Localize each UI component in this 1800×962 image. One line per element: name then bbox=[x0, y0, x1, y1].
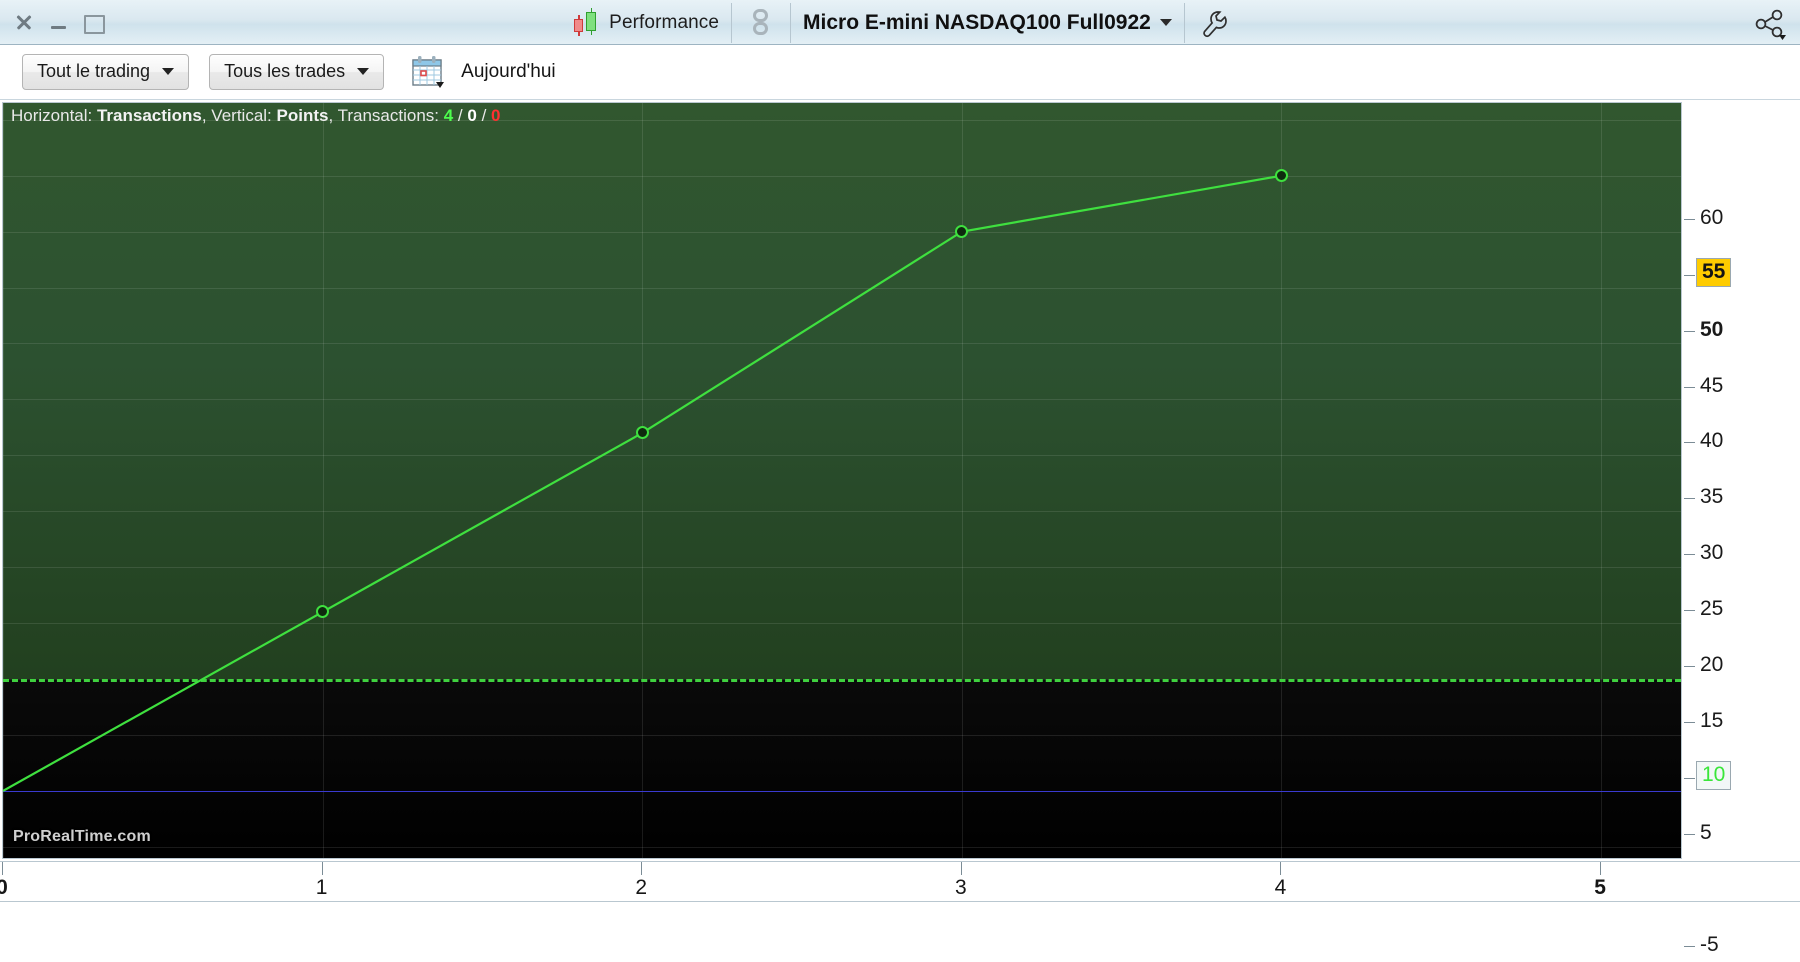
y-tick-mark bbox=[1684, 274, 1695, 276]
header-transactions-prefix: , Transactions: bbox=[328, 106, 444, 125]
watermark: ProRealTime.com bbox=[13, 828, 151, 845]
y-tick-mark bbox=[1684, 498, 1695, 500]
header-vertical-value: Points bbox=[276, 106, 329, 125]
share-icon[interactable] bbox=[1752, 8, 1786, 40]
y-axis-tick: 20 bbox=[1684, 653, 1800, 676]
y-tick-mark bbox=[1684, 610, 1695, 612]
chevron-down-icon bbox=[357, 68, 370, 75]
header-sep-2: / bbox=[476, 106, 492, 125]
y-axis-label: 15 bbox=[1700, 709, 1724, 733]
y-axis-label: 20 bbox=[1700, 653, 1724, 677]
y-axis-tick: ‑5 bbox=[1684, 933, 1800, 956]
x-axis-label: 2 bbox=[635, 876, 648, 899]
y-tick-mark bbox=[1684, 442, 1695, 444]
header-transactions-even: 0 bbox=[467, 106, 477, 125]
chain-link-icon[interactable] bbox=[750, 7, 772, 39]
calendar-icon[interactable] bbox=[410, 55, 448, 89]
y-tick-mark bbox=[1684, 833, 1695, 835]
header-transactions-lost: 0 bbox=[491, 106, 501, 125]
title-bar-center: Performance Micro E-mini NASDAQ100 Full0… bbox=[0, 0, 1800, 45]
equity-curve bbox=[3, 174, 1282, 792]
window-title-bar: Performance Micro E-mini NASDAQ100 Full0… bbox=[0, 0, 1800, 45]
window-controls bbox=[14, 12, 105, 34]
header-transactions-won: 4 bbox=[443, 106, 454, 125]
period-label: Aujourd'hui bbox=[461, 61, 556, 82]
instrument-title: Micro E-mini NASDAQ100 Full0922 bbox=[803, 10, 1151, 34]
y-tick-mark bbox=[1684, 386, 1695, 388]
header-horizontal-prefix: Horizontal: bbox=[11, 106, 97, 125]
header-vertical-prefix: , Vertical: bbox=[201, 106, 277, 125]
performance-chart: Horizontal: Transactions, Vertical: Poin… bbox=[0, 100, 1800, 962]
y-tick-mark bbox=[1684, 666, 1695, 668]
y-tick-mark bbox=[1684, 945, 1695, 947]
y-tick-mark bbox=[1684, 778, 1695, 780]
y-axis-tick: 50 bbox=[1684, 318, 1800, 341]
chart-header-text: Horizontal: Transactions, Vertical: Poin… bbox=[11, 106, 500, 126]
header-sep-1: / bbox=[453, 106, 468, 125]
y-axis-tick: 10 bbox=[1684, 761, 1800, 791]
trades-filter-dropdown[interactable]: Tous les trades bbox=[209, 54, 385, 90]
y-axis-label: 25 bbox=[1700, 597, 1724, 621]
trades-filter-label: Tous les trades bbox=[224, 61, 346, 81]
trading-filter-dropdown[interactable]: Tout le trading bbox=[22, 54, 190, 90]
y-axis-tick: 40 bbox=[1684, 429, 1800, 452]
y-axis-label-highlighted: 55 bbox=[1696, 257, 1732, 287]
close-icon[interactable] bbox=[14, 12, 34, 32]
x-tick-mark bbox=[2, 862, 3, 875]
y-tick-mark bbox=[1684, 554, 1695, 556]
instrument-selector[interactable]: Micro E-mini NASDAQ100 Full0922 bbox=[803, 11, 1172, 35]
period-selector[interactable]: Aujourd'hui bbox=[410, 55, 556, 89]
x-tick-mark bbox=[1280, 862, 1282, 875]
y-axis-tick: 35 bbox=[1684, 485, 1800, 508]
header-horizontal-value: Transactions bbox=[96, 106, 202, 125]
chart-toolbar: Tout le trading Tous les trades Aujourd'… bbox=[0, 45, 1800, 100]
title-separator-1 bbox=[731, 2, 733, 43]
chevron-down-icon bbox=[162, 68, 175, 75]
y-axis[interactable]: ‑5051015202530354045505560 bbox=[1684, 200, 1800, 962]
y-tick-mark bbox=[1684, 330, 1695, 332]
x-axis-label: 5 bbox=[1594, 876, 1606, 899]
trading-filter-label: Tout le trading bbox=[37, 61, 151, 81]
y-axis-tick: 55 bbox=[1684, 257, 1800, 287]
minimize-icon[interactable] bbox=[48, 12, 68, 32]
y-axis-label: 35 bbox=[1700, 485, 1724, 509]
y-axis-label: 45 bbox=[1700, 373, 1724, 397]
y-axis-tick: 25 bbox=[1684, 597, 1800, 620]
y-axis-tick: 30 bbox=[1684, 541, 1800, 564]
y-axis-label: 30 bbox=[1700, 541, 1724, 565]
y-axis-label: 5 bbox=[1700, 820, 1712, 844]
title-separator-2 bbox=[790, 2, 792, 43]
x-axis-label: 3 bbox=[955, 876, 967, 899]
wrench-icon[interactable] bbox=[1201, 8, 1227, 38]
y-axis-tick: 45 bbox=[1684, 374, 1800, 397]
y-axis-tick: 5 bbox=[1684, 821, 1800, 844]
x-tick-mark bbox=[321, 862, 323, 875]
y-axis-tick: 15 bbox=[1684, 709, 1800, 732]
x-axis-label: 1 bbox=[315, 876, 328, 899]
chart-plot-area[interactable]: Horizontal: Transactions, Vertical: Poin… bbox=[2, 102, 1682, 859]
x-tick-mark bbox=[960, 862, 962, 875]
y-axis-label: ‑5 bbox=[1700, 932, 1719, 956]
y-axis-label: 50 bbox=[1700, 317, 1724, 341]
module-label: Performance bbox=[609, 11, 720, 33]
y-axis-tick: 60 bbox=[1684, 206, 1800, 229]
maximize-icon[interactable] bbox=[82, 12, 105, 34]
y-axis-label-highlighted: 10 bbox=[1696, 761, 1732, 791]
candlestick-icon bbox=[573, 7, 599, 38]
x-axis[interactable]: 0 1 2 3 4 5 bbox=[0, 861, 1800, 902]
y-tick-mark bbox=[1684, 218, 1695, 220]
y-tick-mark bbox=[1684, 722, 1695, 724]
x-tick-mark bbox=[641, 862, 643, 875]
x-tick-mark bbox=[1600, 862, 1602, 875]
y-axis-label: 40 bbox=[1700, 429, 1724, 453]
x-axis-label: 4 bbox=[1274, 876, 1287, 899]
title-separator-3 bbox=[1183, 2, 1185, 43]
chevron-down-icon[interactable] bbox=[1159, 19, 1172, 27]
x-axis-label: 0 bbox=[0, 876, 8, 899]
y-axis-label: 60 bbox=[1700, 205, 1724, 229]
